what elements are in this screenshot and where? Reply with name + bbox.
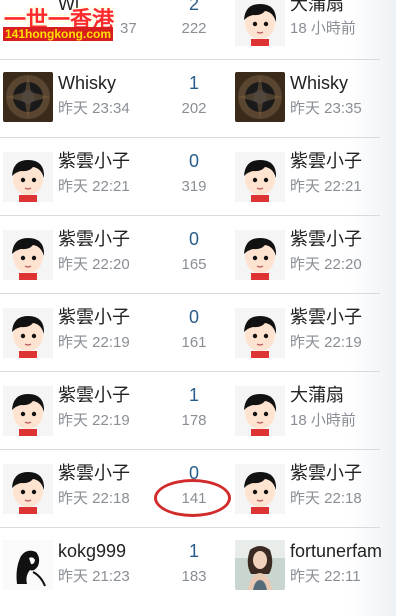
cartoon-boy-icon — [3, 386, 53, 436]
last-poster-name[interactable]: Whisky — [290, 73, 348, 93]
view-count: 161 — [181, 334, 207, 351]
post-time: 昨天 22:21 — [58, 178, 130, 195]
last-post-time: 昨天 22:21 — [290, 178, 362, 195]
view-count: 202 — [181, 100, 207, 117]
reply-count: 0 — [188, 151, 199, 171]
author-avatar[interactable] — [3, 152, 53, 202]
last-post-time: 18 小時前 — [290, 20, 356, 37]
view-count: 319 — [181, 178, 207, 195]
reply-count: 2 — [188, 0, 199, 14]
cartoon-boy-icon — [235, 152, 285, 202]
last-poster-avatar[interactable] — [235, 72, 285, 122]
author-name[interactable]: Whisky — [58, 73, 116, 93]
cartoon-boy-icon — [3, 308, 53, 358]
red-circle-highlight — [154, 479, 231, 517]
author-avatar[interactable] — [3, 386, 53, 436]
last-poster-name[interactable]: 大蒲扇 — [290, 0, 344, 14]
cartoon-boy-icon — [235, 0, 285, 46]
last-poster-avatar[interactable] — [235, 540, 285, 590]
author-name[interactable]: 紫雲小子 — [58, 229, 130, 249]
last-poster-avatar[interactable] — [235, 152, 285, 202]
post-time: 昨天 23:34 — [58, 100, 130, 117]
post-time: 昨天 22:18 — [58, 490, 130, 507]
reply-count: 1 — [188, 385, 199, 405]
thread-list: 一世一香港 141hongkong.com Wi 37 2 222 大蒲扇 18… — [0, 0, 396, 616]
last-poster-avatar[interactable] — [235, 308, 285, 358]
author-avatar[interactable] — [3, 540, 53, 590]
cartoon-boy-icon — [3, 152, 53, 202]
view-count: 178 — [181, 412, 207, 429]
dark-flower-icon — [235, 72, 285, 122]
thread-row[interactable]: kokg999 昨天 21:23 1 183 fortunerfam 昨天 22… — [0, 528, 382, 606]
view-count: 183 — [181, 568, 207, 585]
last-poster-name[interactable]: 紫雲小子 — [290, 229, 362, 249]
last-poster-avatar[interactable] — [235, 0, 285, 46]
author-name[interactable]: 紫雲小子 — [58, 307, 130, 327]
logo-sub-text: 141hongkong.com — [3, 27, 114, 41]
author-avatar[interactable] — [3, 464, 53, 514]
last-poster-name[interactable]: 紫雲小子 — [290, 151, 362, 171]
last-post-time: 昨天 22:11 — [290, 568, 361, 585]
thread-row[interactable]: 紫雲小子 昨天 22:19 1 178 大蒲扇 18 小時前 — [0, 372, 380, 450]
author-avatar[interactable] — [3, 230, 53, 280]
thread-row[interactable]: 紫雲小子 昨天 22:19 0 161 紫雲小子 昨天 22:19 — [0, 294, 380, 372]
thread-row[interactable]: 紫雲小子 昨天 22:20 0 165 紫雲小子 昨天 22:20 — [0, 216, 380, 294]
reply-count: 0 — [188, 307, 199, 327]
thread-row[interactable]: 紫雲小子 昨天 22:21 0 319 紫雲小子 昨天 22:21 — [0, 138, 380, 216]
view-count: 165 — [181, 256, 207, 273]
reply-count: 1 — [188, 73, 199, 93]
cartoon-boy-icon — [3, 464, 53, 514]
last-post-time: 昨天 23:35 — [290, 100, 362, 117]
last-post-time: 昨天 22:19 — [290, 334, 362, 351]
woman-photo-icon — [235, 540, 285, 590]
author-avatar[interactable] — [3, 72, 53, 122]
author-avatar[interactable] — [3, 308, 53, 358]
site-logo[interactable]: 一世一香港 141hongkong.com — [0, 0, 136, 44]
last-post-time: 18 小時前 — [290, 412, 356, 429]
last-poster-name[interactable]: 紫雲小子 — [290, 307, 362, 327]
sketch-person-icon — [3, 540, 53, 590]
thread-row[interactable]: Whisky 昨天 23:34 1 202 Whisky 昨天 23:35 — [0, 60, 380, 138]
cartoon-boy-icon — [235, 464, 285, 514]
last-post-time: 昨天 22:20 — [290, 256, 362, 273]
last-post-time: 昨天 22:18 — [290, 490, 362, 507]
author-name[interactable]: kokg999 — [58, 541, 126, 561]
cartoon-boy-icon — [235, 230, 285, 280]
reply-count: 1 — [188, 541, 199, 561]
cartoon-boy-icon — [3, 230, 53, 280]
reply-count: 0 — [188, 229, 199, 249]
post-time: 昨天 21:23 — [58, 568, 130, 585]
cartoon-boy-icon — [235, 386, 285, 436]
last-poster-name[interactable]: 紫雲小子 — [290, 463, 362, 483]
dark-flower-icon — [3, 72, 53, 122]
view-count: 222 — [181, 20, 207, 37]
cartoon-boy-icon — [235, 308, 285, 358]
last-poster-name[interactable]: fortunerfam — [290, 541, 382, 561]
last-poster-avatar[interactable] — [235, 386, 285, 436]
last-poster-avatar[interactable] — [235, 230, 285, 280]
post-time: 昨天 22:19 — [58, 334, 130, 351]
post-time: 昨天 22:19 — [58, 412, 130, 429]
author-name[interactable]: 紫雲小子 — [58, 463, 130, 483]
post-time: 昨天 22:20 — [58, 256, 130, 273]
author-name[interactable]: 紫雲小子 — [58, 151, 130, 171]
author-name[interactable]: 紫雲小子 — [58, 385, 130, 405]
last-poster-name[interactable]: 大蒲扇 — [290, 385, 344, 405]
last-poster-avatar[interactable] — [235, 464, 285, 514]
